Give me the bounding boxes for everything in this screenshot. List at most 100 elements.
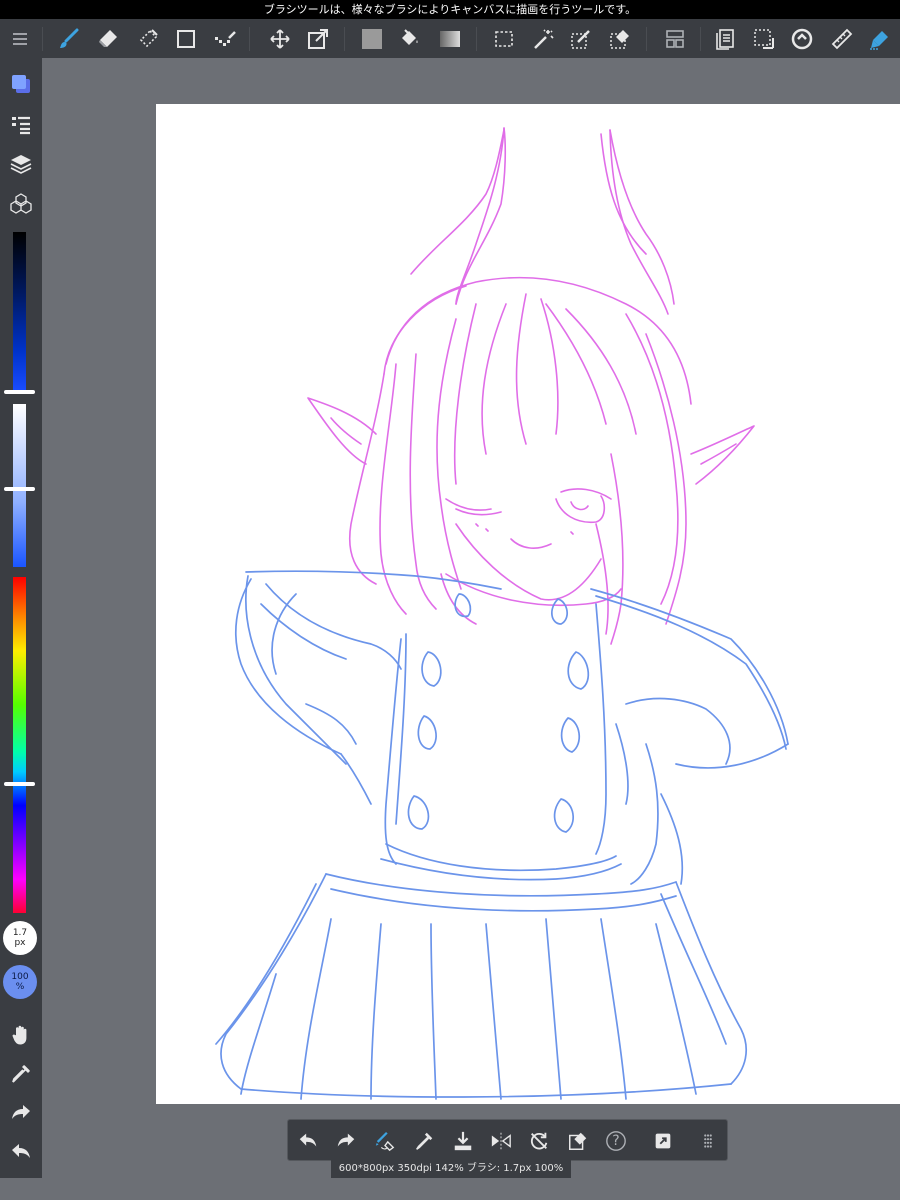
dot-tool-button[interactable] [211,25,239,53]
fill-color-button[interactable] [358,25,386,53]
undo-sidebar-button[interactable] [7,1138,35,1166]
select-eraser-button[interactable] [606,25,634,53]
brush-size-badge[interactable]: 1.7 px [3,921,37,955]
hue-slider[interactable] [13,577,26,913]
cubes-icon [10,193,32,214]
blur-icon [139,29,158,48]
lightness-slider[interactable] [13,232,26,392]
rectangle-icon [177,30,195,48]
redo-button[interactable] [333,1128,359,1154]
drawing-canvas[interactable] [156,104,900,1104]
ruler-tool-button[interactable] [828,25,856,53]
select-pen-button[interactable] [567,25,595,53]
color-squares-icon [12,75,30,93]
shape-tool-button[interactable] [172,25,200,53]
sketch-drawing [215,127,789,1100]
brush-size-unit: px [14,938,26,948]
frame-layout-icon [666,30,684,48]
frame-tool-button[interactable] [661,25,689,53]
opacity-value: 100 [11,972,29,982]
download-save-icon [454,1131,472,1151]
select-eraser-icon [610,30,629,49]
move-arrows-icon [270,29,290,49]
hue-slider-handle[interactable] [4,782,35,786]
brush-icon [60,28,79,48]
hamburger-menu-icon [13,33,27,45]
flip-horizontal-icon [491,1132,511,1150]
flip-button[interactable] [488,1128,514,1154]
magic-wand-button[interactable] [529,25,557,53]
pen-eraser-toggle-button[interactable] [372,1128,398,1154]
materials-button[interactable] [7,190,35,218]
rotate-canvas-button[interactable] [788,25,816,53]
help-button[interactable]: ? [603,1128,629,1154]
dot-pen-icon [215,31,236,46]
redo-sidebar-button[interactable] [7,1099,35,1127]
rotate-cancel-icon [531,1132,548,1150]
opacity-unit: % [15,982,25,992]
toolbar-divider [700,27,701,51]
gradient-icon [440,31,460,47]
eraser-icon [99,30,117,47]
toolbar-divider [646,27,647,51]
save-button[interactable] [450,1128,476,1154]
layers-icon [10,155,32,174]
brush-list-button[interactable] [7,110,35,138]
rotate-icon [791,28,813,50]
undo-icon [299,1133,317,1147]
help-label: ? [612,1133,620,1149]
eyedropper-button[interactable] [411,1128,437,1154]
canvas-status-text: 600*800px 350dpi 142% ブラシ: 1.7px 100% [338,1163,564,1174]
canvas-status-bar: 600*800px 350dpi 142% ブラシ: 1.7px 100% [331,1160,571,1178]
toolbar-divider [476,27,477,51]
redo-icon [337,1133,355,1147]
snap-tool-button[interactable] [866,25,894,53]
ruler-icon [831,28,853,50]
saturation-slider-handle[interactable] [4,487,35,491]
medibang-app: ブラシツールは、様々なブラシによりキャンバスに描画を行うツールです。 1.7 p… [0,0,900,1200]
bucket-tool-button[interactable] [396,25,424,53]
clear-layer-button[interactable] [565,1128,591,1154]
undo-button[interactable] [295,1128,321,1154]
lightness-slider-handle[interactable] [4,390,35,394]
eyedropper-icon [12,1065,30,1083]
move-tool-button[interactable] [266,25,294,53]
fullscreen-button[interactable] [650,1128,676,1154]
tool-hint-text: ブラシツールは、様々なブラシによりキャンバスに描画を行うツールです。 [263,3,637,16]
bottom-quick-toolbar: ? [287,1119,728,1161]
layers-button[interactable] [7,150,35,178]
redo-icon [12,1105,30,1119]
gradient-tool-button[interactable] [436,25,464,53]
text-tool-button[interactable] [711,25,739,53]
marquee-select-icon [495,31,513,47]
toolbar-divider [42,27,43,51]
pen-eraser-icon [375,1131,395,1152]
hand-tool-button[interactable] [7,1021,35,1049]
color-swatch-icon [362,29,382,49]
list-icon [12,116,30,135]
text-page-icon [716,29,734,50]
eyedropper-icon [416,1132,433,1150]
hand-icon [12,1025,27,1045]
selection-menu-button[interactable] [750,25,778,53]
grip-dots-icon [704,1134,712,1148]
transform-tool-button[interactable] [304,25,332,53]
opacity-badge[interactable]: 100 % [3,965,37,999]
saturation-slider[interactable] [13,404,26,567]
blur-tool-button[interactable] [134,25,162,53]
brush-tool-button[interactable] [55,25,83,53]
menu-button[interactable] [6,25,34,53]
selection-menu-icon [754,29,774,49]
eyedropper-tool-button[interactable] [7,1060,35,1088]
toolbar-divider [344,27,345,51]
tool-hint-bar: ブラシツールは、様々なブラシによりキャンバスに描画を行うツールです。 [0,0,900,19]
more-button[interactable] [695,1128,721,1154]
rotate-reset-button[interactable] [526,1128,552,1154]
snap-pen-icon [870,31,888,50]
eraser-tool-button[interactable] [94,25,122,53]
main-toolbar [0,19,900,58]
expand-icon [655,1133,671,1149]
select-tool-button[interactable] [490,25,518,53]
transform-icon [308,29,328,49]
color-window-button[interactable] [7,70,35,98]
